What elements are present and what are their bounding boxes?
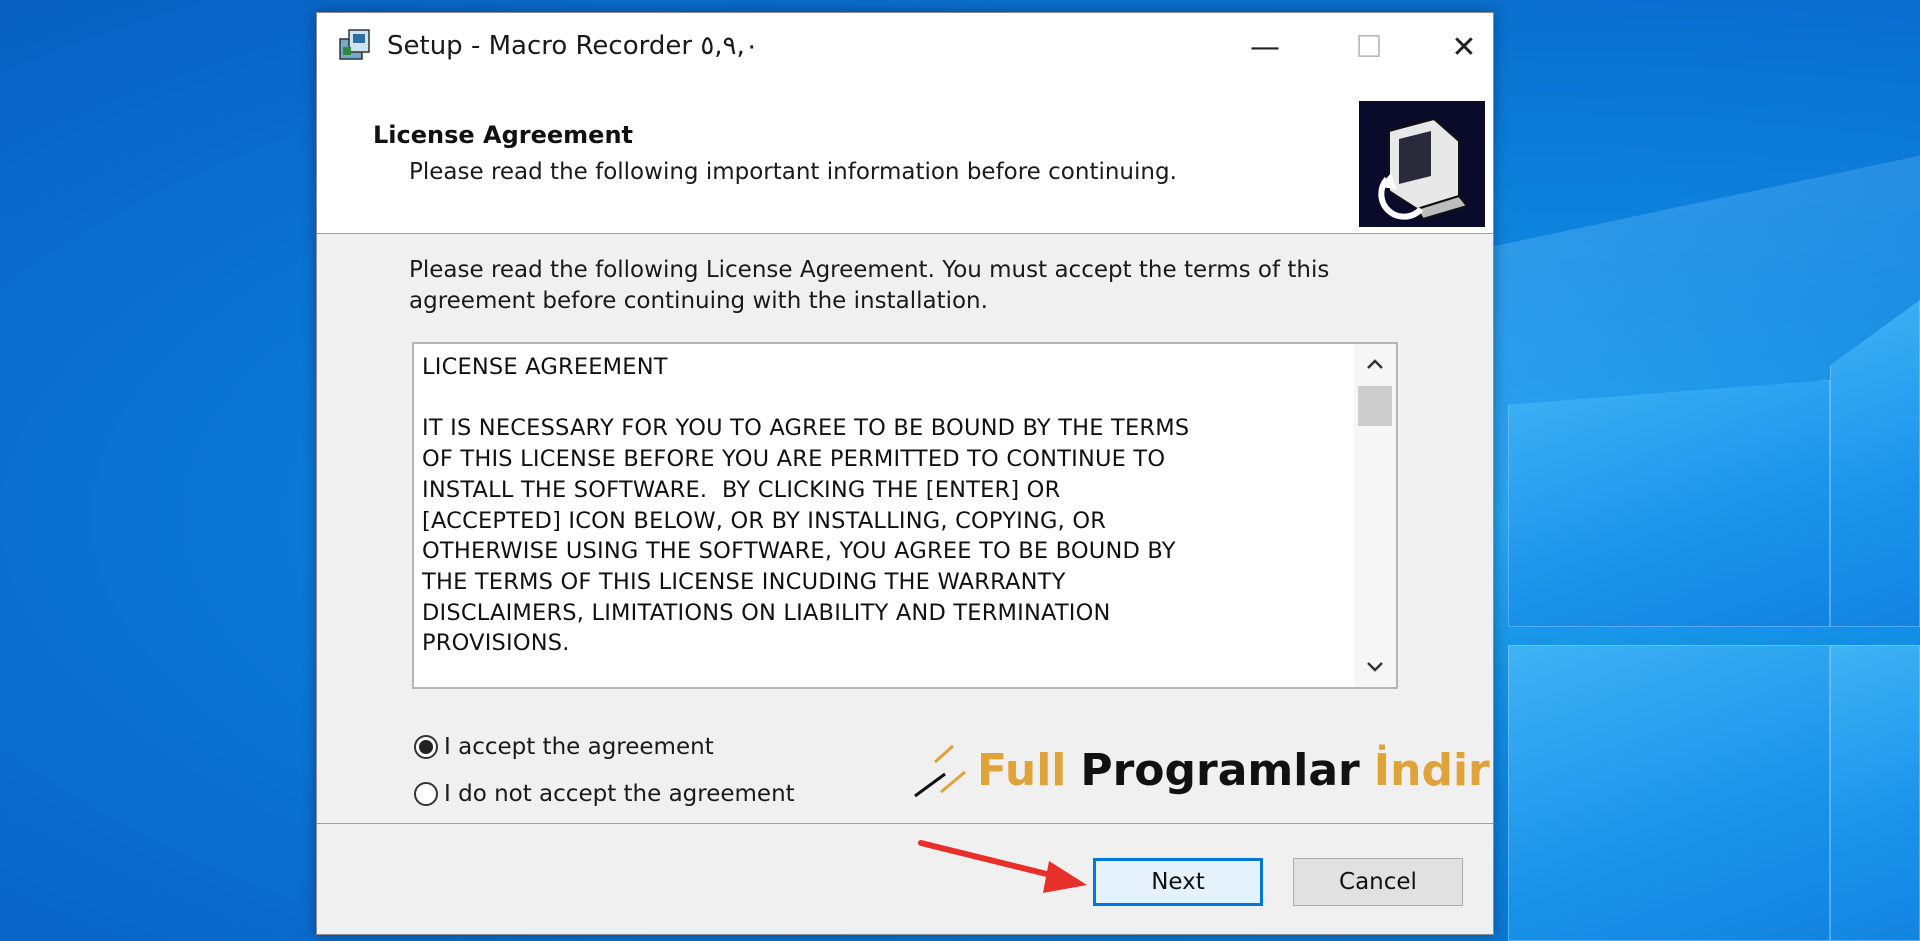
scroll-up-button[interactable] xyxy=(1354,344,1396,384)
red-arrow-annotation xyxy=(918,840,1087,893)
page-title: License Agreement xyxy=(373,121,634,149)
chevron-up-icon xyxy=(1367,359,1383,369)
license-intro-text: Please read the following License Agreem… xyxy=(409,257,1330,314)
scroll-down-button[interactable] xyxy=(1354,647,1396,687)
chevron-down-icon xyxy=(1367,662,1383,672)
license-scrollbar[interactable] xyxy=(1354,344,1396,687)
decline-option[interactable]: I do not accept the agreement xyxy=(414,781,795,807)
accept-radio[interactable] xyxy=(414,735,438,759)
page-subtitle: Please read the following important info… xyxy=(409,159,1177,185)
decline-radio[interactable] xyxy=(414,782,438,806)
minimize-button[interactable]: — xyxy=(1225,13,1305,81)
watermark-logo: Full Programlar İndir xyxy=(913,740,1490,800)
maximize-button[interactable]: ☐ xyxy=(1329,13,1409,81)
setup-window: Setup - Macro Recorder ٥,٩,٠ — ☐ ✕ Licen… xyxy=(316,12,1494,935)
watermark-slashes-icon xyxy=(914,744,966,798)
wizard-header: License Agreement Please read the follow… xyxy=(317,81,1493,234)
wallpaper-window-pane xyxy=(1508,645,1830,941)
radio-selected-dot xyxy=(419,740,433,754)
decline-label: I do not accept the agreement xyxy=(444,781,795,807)
license-text: LICENSE AGREEMENT IT IS NECESSARY FOR YO… xyxy=(422,354,1190,657)
window-title: Setup - Macro Recorder ٥,٩,٠ xyxy=(387,31,759,61)
accept-label: I accept the agreement xyxy=(444,734,714,760)
setup-app-icon xyxy=(339,29,370,60)
cancel-button[interactable]: Cancel xyxy=(1293,858,1463,906)
accept-option[interactable]: I accept the agreement xyxy=(414,734,714,760)
next-button[interactable]: Next xyxy=(1093,858,1263,906)
watermark-text-full: Full xyxy=(977,744,1067,796)
close-icon: ✕ xyxy=(1451,29,1477,65)
watermark-text-indir: İndir xyxy=(1373,744,1490,796)
maximize-icon: ☐ xyxy=(1355,29,1383,65)
installer-computer-icon xyxy=(1359,101,1485,227)
wallpaper-window-pane xyxy=(1508,380,1830,627)
minimize-icon: — xyxy=(1250,29,1280,65)
scroll-thumb[interactable] xyxy=(1358,386,1392,426)
close-button[interactable]: ✕ xyxy=(1435,13,1493,81)
license-text-box[interactable]: LICENSE AGREEMENT IT IS NECESSARY FOR YO… xyxy=(412,342,1398,689)
wallpaper-window-pane xyxy=(1830,645,1920,941)
footer-divider xyxy=(317,823,1493,824)
watermark-text-programlar: Programlar xyxy=(1080,744,1360,796)
title-bar[interactable]: Setup - Macro Recorder ٥,٩,٠ — ☐ ✕ xyxy=(317,13,1493,81)
